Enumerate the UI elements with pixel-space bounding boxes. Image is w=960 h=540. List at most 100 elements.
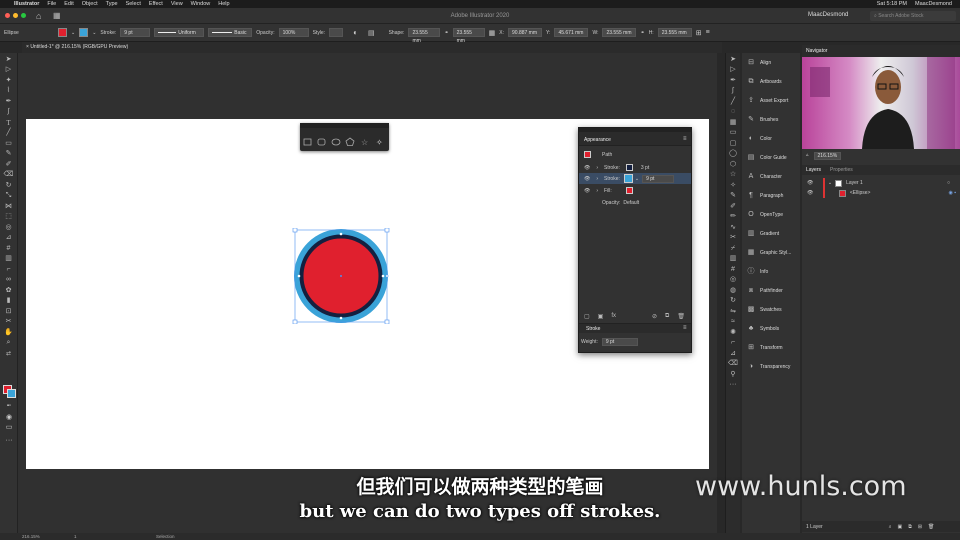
stock-search-input[interactable]: ⌕ Search Adobe Stock (870, 11, 956, 21)
polygon-icon[interactable]: ⬡ (728, 161, 738, 169)
anchor-point[interactable] (339, 232, 343, 236)
status-zoom[interactable]: 216.15% (22, 534, 40, 539)
brush-definition[interactable]: Basic (208, 28, 253, 37)
eye-icon[interactable]: 👁 (807, 190, 813, 196)
stroke-weight-value[interactable]: 3 pt (641, 165, 649, 171)
pen-icon[interactable]: ✒ (728, 77, 738, 85)
stroke-swatch[interactable] (625, 164, 633, 171)
menu-effect[interactable]: Effect (149, 1, 163, 7)
resize-handle[interactable] (384, 228, 390, 233)
menu-window[interactable]: Window (191, 1, 211, 7)
artboard-tool-icon[interactable]: ⊡ (4, 308, 14, 316)
eye-icon[interactable]: 👁 (584, 176, 590, 182)
panel-color-guide[interactable]: ▤ Color Guide (742, 148, 800, 167)
shape-builder-icon[interactable]: ◎ (728, 276, 738, 284)
reference-point-icon[interactable]: ▦ (489, 29, 496, 37)
workspace-switcher[interactable]: MaacDesmond (808, 12, 848, 18)
resize-handle[interactable] (292, 228, 298, 233)
panel-opentype[interactable]: O OpenType (742, 205, 800, 224)
curve-icon[interactable]: ∫ (728, 87, 738, 95)
align-icon[interactable]: ▤ (368, 29, 375, 37)
zoom-out-icon[interactable]: ▵ (806, 152, 809, 160)
trash-icon[interactable]: 🗑 (677, 313, 685, 320)
slice-tool-icon[interactable]: ✂ (4, 318, 14, 326)
appearance-opacity-row[interactable]: Opacity: Default (579, 197, 691, 208)
add-fill-icon[interactable]: ▣ (598, 313, 604, 320)
gradient-tool-icon[interactable]: ▥ (4, 255, 14, 263)
stroke-swatch[interactable] (623, 174, 633, 183)
appearance-stroke-row-2[interactable]: 👁 › Stroke: ⌄ 9 pt (579, 173, 691, 184)
appearance-fill-row[interactable]: 👁 › Fill: (579, 185, 691, 196)
panel-paragraph[interactable]: ¶ Paragraph (742, 186, 800, 205)
clear-appearance-icon[interactable]: ⊘ (652, 313, 657, 320)
screen-mode-icon[interactable]: ▭ (3, 423, 15, 431)
variable-width-profile[interactable]: Uniform (154, 28, 205, 37)
status-current-tool[interactable]: Selection (156, 534, 175, 539)
link-icon[interactable]: ⚭ (640, 30, 644, 36)
panel-pathfinder[interactable]: ⧈ Pathfinder (742, 281, 800, 300)
layers-tab[interactable]: Layers (806, 167, 821, 173)
hand-tool-icon[interactable]: ✋ (4, 329, 14, 337)
arrow-tool-icon[interactable]: ➤ (728, 56, 738, 64)
stroke-swatch[interactable] (79, 28, 89, 37)
stroke-weight-field[interactable]: 9 pt (642, 174, 675, 183)
sublayer-row[interactable]: 👁 <Ellipse> ◉ ▪ (802, 188, 960, 198)
y-field[interactable]: 45.671 mm (554, 28, 589, 37)
eraser-icon[interactable]: ⌫ (728, 360, 738, 368)
panel-transform[interactable]: ⊞ Transform (742, 338, 800, 357)
fill-swatch[interactable] (58, 28, 67, 37)
panel-align[interactable]: ⊟ Align (742, 53, 800, 72)
document-tab[interactable]: × Untitled-1* @ 216.15% (RGB/GPU Preview… (22, 42, 722, 53)
eye-icon[interactable]: 👁 (807, 180, 813, 186)
expand-chevron-icon[interactable]: › (596, 188, 598, 194)
panel-transparency[interactable]: ◑ Transparency (742, 357, 800, 376)
rectangle-icon[interactable]: ▭ (728, 129, 738, 137)
type-tool-icon[interactable]: T (4, 119, 14, 127)
flare-icon[interactable]: ✧ (728, 182, 738, 190)
add-effect-icon[interactable]: fx (611, 313, 616, 319)
anchor-point[interactable] (297, 274, 301, 278)
chevron-down-icon[interactable]: ⌄ (92, 30, 96, 36)
panel-color[interactable]: ◐ Color (742, 129, 800, 148)
mesh-icon[interactable]: # (728, 266, 738, 274)
rounded-rect-icon[interactable]: ▢ (728, 140, 738, 148)
direct-selection-tool-icon[interactable]: ▷ (4, 66, 14, 74)
magic-wand-tool-icon[interactable]: ✦ (4, 77, 14, 85)
make-clipping-mask-icon[interactable]: ▣ (898, 524, 903, 530)
selection-tool-icon[interactable]: ➤ (4, 56, 14, 64)
sublayer-name[interactable]: <Ellipse> (850, 190, 871, 196)
spiral-icon[interactable]: ◌ (728, 108, 738, 116)
panel-menu-icon[interactable]: ≡ (706, 29, 710, 36)
mesh-tool-icon[interactable]: # (4, 245, 14, 253)
scissors-icon[interactable]: ✂ (728, 234, 738, 242)
measure-icon[interactable]: ⊿ (728, 350, 738, 358)
panel-artboards[interactable]: ⧉ Artboards (742, 72, 800, 91)
curvature-tool-icon[interactable]: ∫ (4, 108, 14, 116)
opacity-field[interactable]: 100% (278, 28, 309, 37)
rotate-tool-icon[interactable]: ↻ (4, 182, 14, 190)
menu-help[interactable]: Help (218, 1, 229, 7)
weight-field[interactable]: 9 pt (601, 338, 638, 346)
panel-menu-icon[interactable]: ≡ (683, 325, 687, 331)
menu-object[interactable]: Object (82, 1, 98, 7)
menu-select[interactable]: Select (126, 1, 141, 7)
expand-chevron-icon[interactable]: › (596, 165, 598, 171)
eye-icon[interactable]: 👁 (584, 188, 590, 194)
stroke-color-swatch[interactable] (7, 389, 16, 398)
line-tool-icon[interactable]: ╱ (4, 129, 14, 137)
direct-selection-icon[interactable]: ▷ (728, 66, 738, 74)
panel-drag-handle[interactable] (300, 123, 389, 128)
new-layer-icon[interactable]: ⊞ (918, 524, 922, 530)
more-icon[interactable]: ··· (728, 381, 738, 389)
selected-target-icon[interactable]: ◉ ▪ (948, 190, 956, 196)
chevron-down-icon[interactable]: ⌄ (635, 176, 639, 182)
knife-icon[interactable]: ⌿ (728, 245, 738, 253)
panel-info[interactable]: ⓘ Info (742, 262, 800, 281)
panel-asset-export[interactable]: ⇪ Asset Export (742, 91, 800, 110)
menu-edit[interactable]: Edit (64, 1, 73, 7)
link-icon[interactable]: ⚭ (444, 30, 448, 36)
eraser-tool-icon[interactable]: ⌫ (4, 171, 14, 179)
stroke-weight-field[interactable]: 9 pt (120, 28, 151, 37)
column-graph-tool-icon[interactable]: ▮ (4, 297, 14, 305)
pin-icon[interactable]: ⚲ (728, 371, 738, 379)
